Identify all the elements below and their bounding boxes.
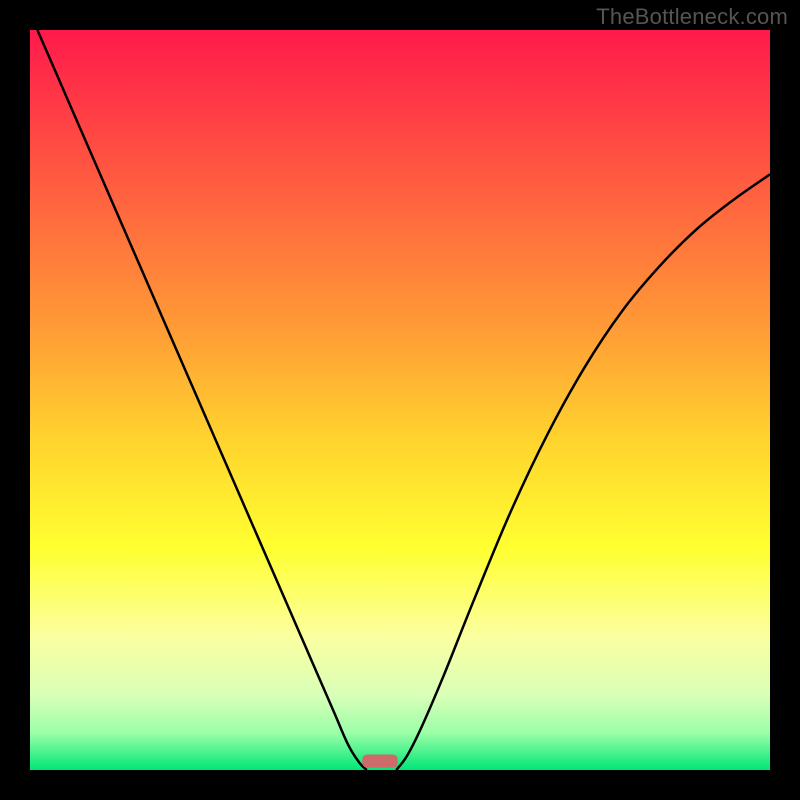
gradient-background xyxy=(30,30,770,770)
bottleneck-marker xyxy=(362,754,398,767)
bottleneck-chart xyxy=(30,30,770,770)
chart-frame xyxy=(30,30,770,770)
watermark-text: TheBottleneck.com xyxy=(596,4,788,30)
